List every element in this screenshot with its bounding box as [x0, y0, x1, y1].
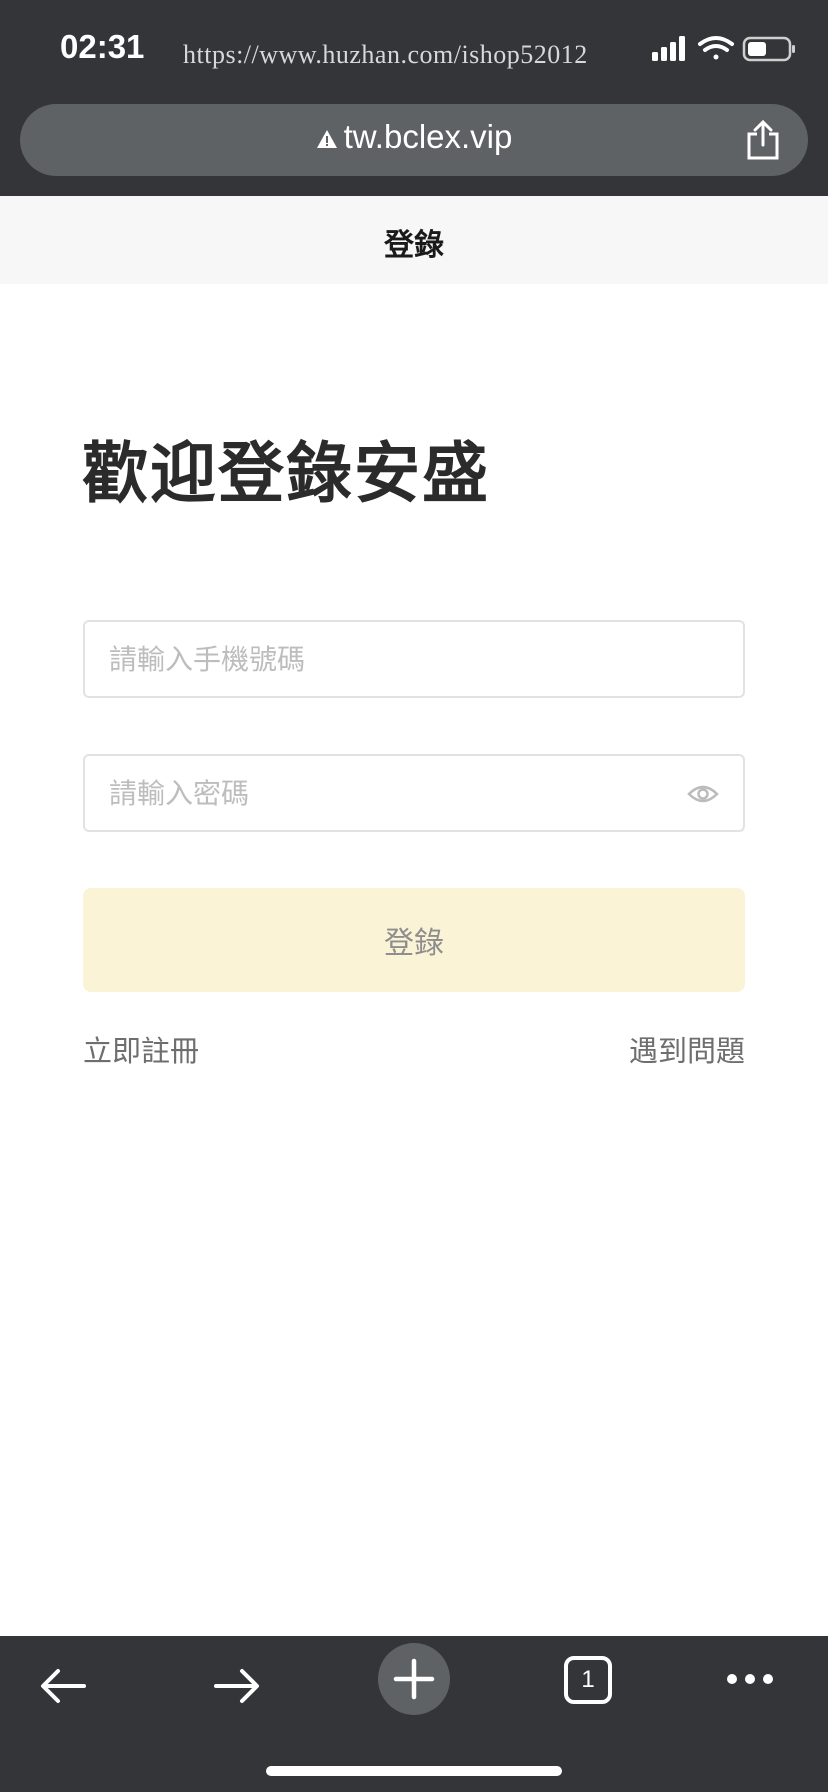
password-input[interactable]: [109, 756, 669, 830]
phone-input[interactable]: [109, 622, 669, 696]
url-bar[interactable]: tw.bclex.vip: [20, 104, 808, 176]
password-field[interactable]: [83, 754, 745, 832]
register-link[interactable]: 立即註冊: [83, 1028, 199, 1070]
eye-icon[interactable]: [687, 780, 719, 808]
url-text: tw.bclex.vip: [343, 118, 513, 155]
problem-link[interactable]: 遇到問題: [629, 1028, 745, 1070]
page-title: 登錄: [384, 228, 444, 263]
home-indicator: [266, 1766, 562, 1776]
browser-top-bar: 02:31 https://www.huzhan.com/ishop52012 …: [0, 0, 828, 196]
warning-icon: [316, 130, 337, 148]
status-icons: [652, 36, 795, 62]
more-icon[interactable]: [726, 1672, 774, 1686]
watermark-text: https://www.huzhan.com/ishop52012: [183, 40, 588, 69]
tabs-icon[interactable]: 1: [564, 1656, 612, 1704]
phone-field[interactable]: [83, 620, 745, 698]
status-time: 02:31: [60, 28, 145, 65]
forward-arrow-icon[interactable]: [212, 1666, 262, 1706]
welcome-heading: 歡迎登錄安盛: [82, 435, 490, 512]
battery-icon: [742, 36, 795, 62]
login-button[interactable]: 登錄: [83, 888, 745, 992]
page-header: 登錄: [0, 196, 828, 284]
wifi-icon: [698, 36, 734, 60]
share-icon[interactable]: [746, 120, 780, 160]
signal-icon: [652, 36, 685, 61]
plus-icon[interactable]: [378, 1643, 450, 1715]
back-arrow-icon[interactable]: [38, 1666, 88, 1706]
